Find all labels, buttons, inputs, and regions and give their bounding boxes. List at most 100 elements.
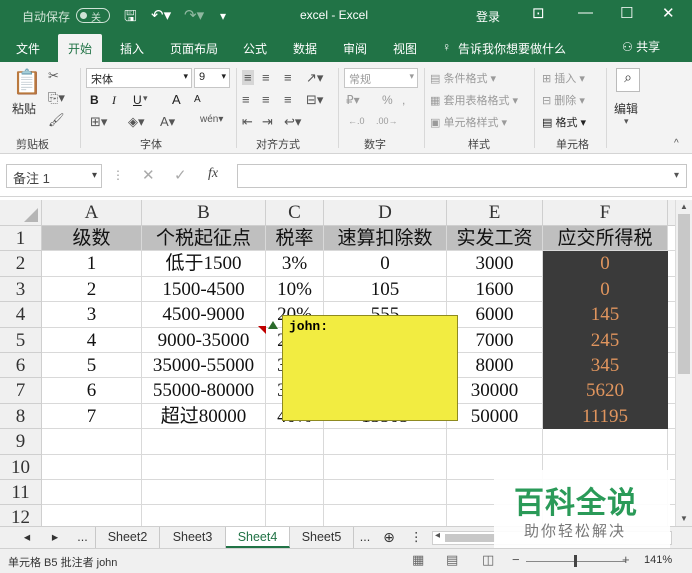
cell-e1[interactable]: 实发工资 <box>447 226 543 252</box>
bold-button[interactable]: B <box>90 93 99 107</box>
align-middle-icon[interactable]: ≡ <box>262 70 270 85</box>
name-box[interactable]: 备注 1 ▾ <box>6 164 102 188</box>
row-header[interactable]: 9 <box>0 429 42 455</box>
conditional-format-button[interactable]: ▤ 条件格式 ▾ <box>430 70 496 86</box>
align-center-icon[interactable]: ≡ <box>262 92 270 107</box>
row-header[interactable]: 7 <box>0 378 42 404</box>
cell-f7[interactable]: 5620 <box>543 378 668 404</box>
cell-d12[interactable] <box>324 505 447 526</box>
comment-indicator[interactable] <box>258 326 266 334</box>
tell-me-search[interactable]: 告诉我你想要做什么 <box>458 40 566 57</box>
cell-f9[interactable] <box>543 429 668 455</box>
cell-d1[interactable]: 速算扣除数 <box>324 226 447 252</box>
minimize-icon[interactable]: — <box>578 4 593 21</box>
column-header-d[interactable]: D <box>324 200 447 226</box>
vertical-scrollbar[interactable]: ▲ ▼ <box>675 200 692 526</box>
comment-box[interactable]: john: <box>282 315 458 421</box>
sheet-tab-sheet2[interactable]: Sheet2 <box>96 527 160 548</box>
underline-button[interactable]: U <box>133 93 142 107</box>
cell-d11[interactable] <box>324 480 447 506</box>
cell-a12[interactable] <box>42 505 142 526</box>
sheet-tab-sheet4[interactable]: Sheet4 <box>226 527 290 548</box>
cell-b4[interactable]: 4500-9000 <box>142 302 266 328</box>
currency-icon[interactable]: ₽▾ <box>346 93 360 107</box>
close-icon[interactable]: ✕ <box>662 4 675 22</box>
scrollbar-thumb[interactable] <box>678 214 690 374</box>
cell-c10[interactable] <box>266 454 324 480</box>
cell-b11[interactable] <box>142 480 266 506</box>
cell-a6[interactable]: 5 <box>42 353 142 379</box>
cell-f6[interactable]: 345 <box>543 353 668 379</box>
cell-b9[interactable] <box>142 429 266 455</box>
italic-button[interactable]: I <box>112 93 116 108</box>
column-header-e[interactable]: E <box>447 200 543 226</box>
tab-home[interactable]: 开始 <box>58 34 103 62</box>
cell-a1[interactable]: 级数 <box>42 226 142 252</box>
collapse-ribbon-icon[interactable]: ^ <box>674 138 679 149</box>
customize-quick-access-icon[interactable]: ▾ <box>220 9 226 23</box>
cell-a5[interactable]: 4 <box>42 327 142 353</box>
cell-f4[interactable]: 145 <box>543 302 668 328</box>
select-all-corner[interactable] <box>0 200 42 226</box>
formula-input[interactable] <box>237 164 687 188</box>
cancel-icon[interactable]: ✕ <box>142 166 155 184</box>
insert-cells-button[interactable]: ⊞ 插入 ▾ <box>542 70 585 86</box>
expand-formula-icon[interactable]: ▾ <box>674 170 679 181</box>
delete-cells-button[interactable]: ⊟ 删除 ▾ <box>542 92 585 108</box>
tab-file[interactable]: 文件 <box>16 40 40 57</box>
page-break-view-icon[interactable]: ◫ <box>482 552 494 568</box>
normal-view-icon[interactable]: ▦ <box>412 552 424 568</box>
cell-a9[interactable] <box>42 429 142 455</box>
grow-font-button[interactable]: A <box>172 92 181 107</box>
cell-f5[interactable]: 245 <box>543 327 668 353</box>
row-header[interactable]: 8 <box>0 403 42 430</box>
cell-a4[interactable]: 3 <box>42 302 142 328</box>
cell-b10[interactable] <box>142 454 266 480</box>
row-header[interactable]: 6 <box>0 353 42 379</box>
decrease-indent-icon[interactable]: ⇤ <box>242 114 253 130</box>
hscrollbar-thumb[interactable] <box>445 534 495 542</box>
format-painter-icon[interactable]: 🖌 <box>48 112 65 128</box>
save-icon[interactable]: 🖫 <box>124 6 137 31</box>
copy-icon[interactable]: ⎘▾ <box>48 90 65 106</box>
cell-c2[interactable]: 3% <box>266 251 324 277</box>
zoom-out-icon[interactable]: − <box>512 552 520 567</box>
cell-a11[interactable] <box>42 480 142 506</box>
tab-insert[interactable]: 插入 <box>120 40 144 57</box>
cell-c12[interactable] <box>266 505 324 526</box>
row-header[interactable]: 3 <box>0 276 42 303</box>
cell-e7[interactable]: 30000 <box>447 378 543 404</box>
format-cells-button[interactable]: ▤ 格式 ▾ <box>542 114 586 130</box>
cell-b8[interactable]: 超过80000 <box>142 403 266 430</box>
paste-icon[interactable]: 📋 <box>12 68 42 97</box>
font-name-select[interactable]: 宋体 ▾ <box>86 68 192 88</box>
chevron-down-icon[interactable]: ▾ <box>624 116 629 127</box>
sheet-tab-sheet3[interactable]: Sheet3 <box>160 527 226 548</box>
font-size-select[interactable]: 9 ▾ <box>194 68 230 88</box>
cell-f8[interactable]: 11195 <box>543 403 668 430</box>
sheet-tab-sheet5[interactable]: Sheet5 <box>290 527 354 548</box>
tab-formulas[interactable]: 公式 <box>243 40 267 57</box>
orientation-icon[interactable]: ↗▾ <box>306 70 323 86</box>
paste-button[interactable]: 粘贴 <box>12 100 36 117</box>
align-bottom-icon[interactable]: ≡ <box>284 70 292 85</box>
cell-e8[interactable]: 50000 <box>447 403 543 430</box>
column-header-a[interactable]: A <box>42 200 142 226</box>
increase-indent-icon[interactable]: ⇥ <box>262 114 273 130</box>
next-sheet-icon[interactable]: ▸ <box>44 527 66 548</box>
zoom-slider-thumb[interactable] <box>574 555 577 567</box>
increase-decimal-icon[interactable]: ←.0 <box>348 116 365 126</box>
fill-color-icon[interactable]: ◈▾ <box>128 114 145 130</box>
wrap-text-icon[interactable]: ↩▾ <box>284 114 301 130</box>
cell-f1[interactable]: 应交所得税 <box>543 226 668 252</box>
cell-e5[interactable]: 7000 <box>447 327 543 353</box>
column-header-b[interactable]: B <box>142 200 266 226</box>
cell-b2[interactable]: 低于1500 <box>142 251 266 277</box>
maximize-icon[interactable]: ☐ <box>620 4 633 22</box>
comma-button[interactable]: , <box>402 93 405 107</box>
cell-c11[interactable] <box>266 480 324 506</box>
autosave-toggle[interactable]: 关 <box>76 8 110 24</box>
share-button[interactable]: ⚇ 共享 <box>622 38 660 55</box>
cell-b5[interactable]: 9000-35000 <box>142 327 266 353</box>
cut-icon[interactable]: ✂ <box>48 68 59 84</box>
